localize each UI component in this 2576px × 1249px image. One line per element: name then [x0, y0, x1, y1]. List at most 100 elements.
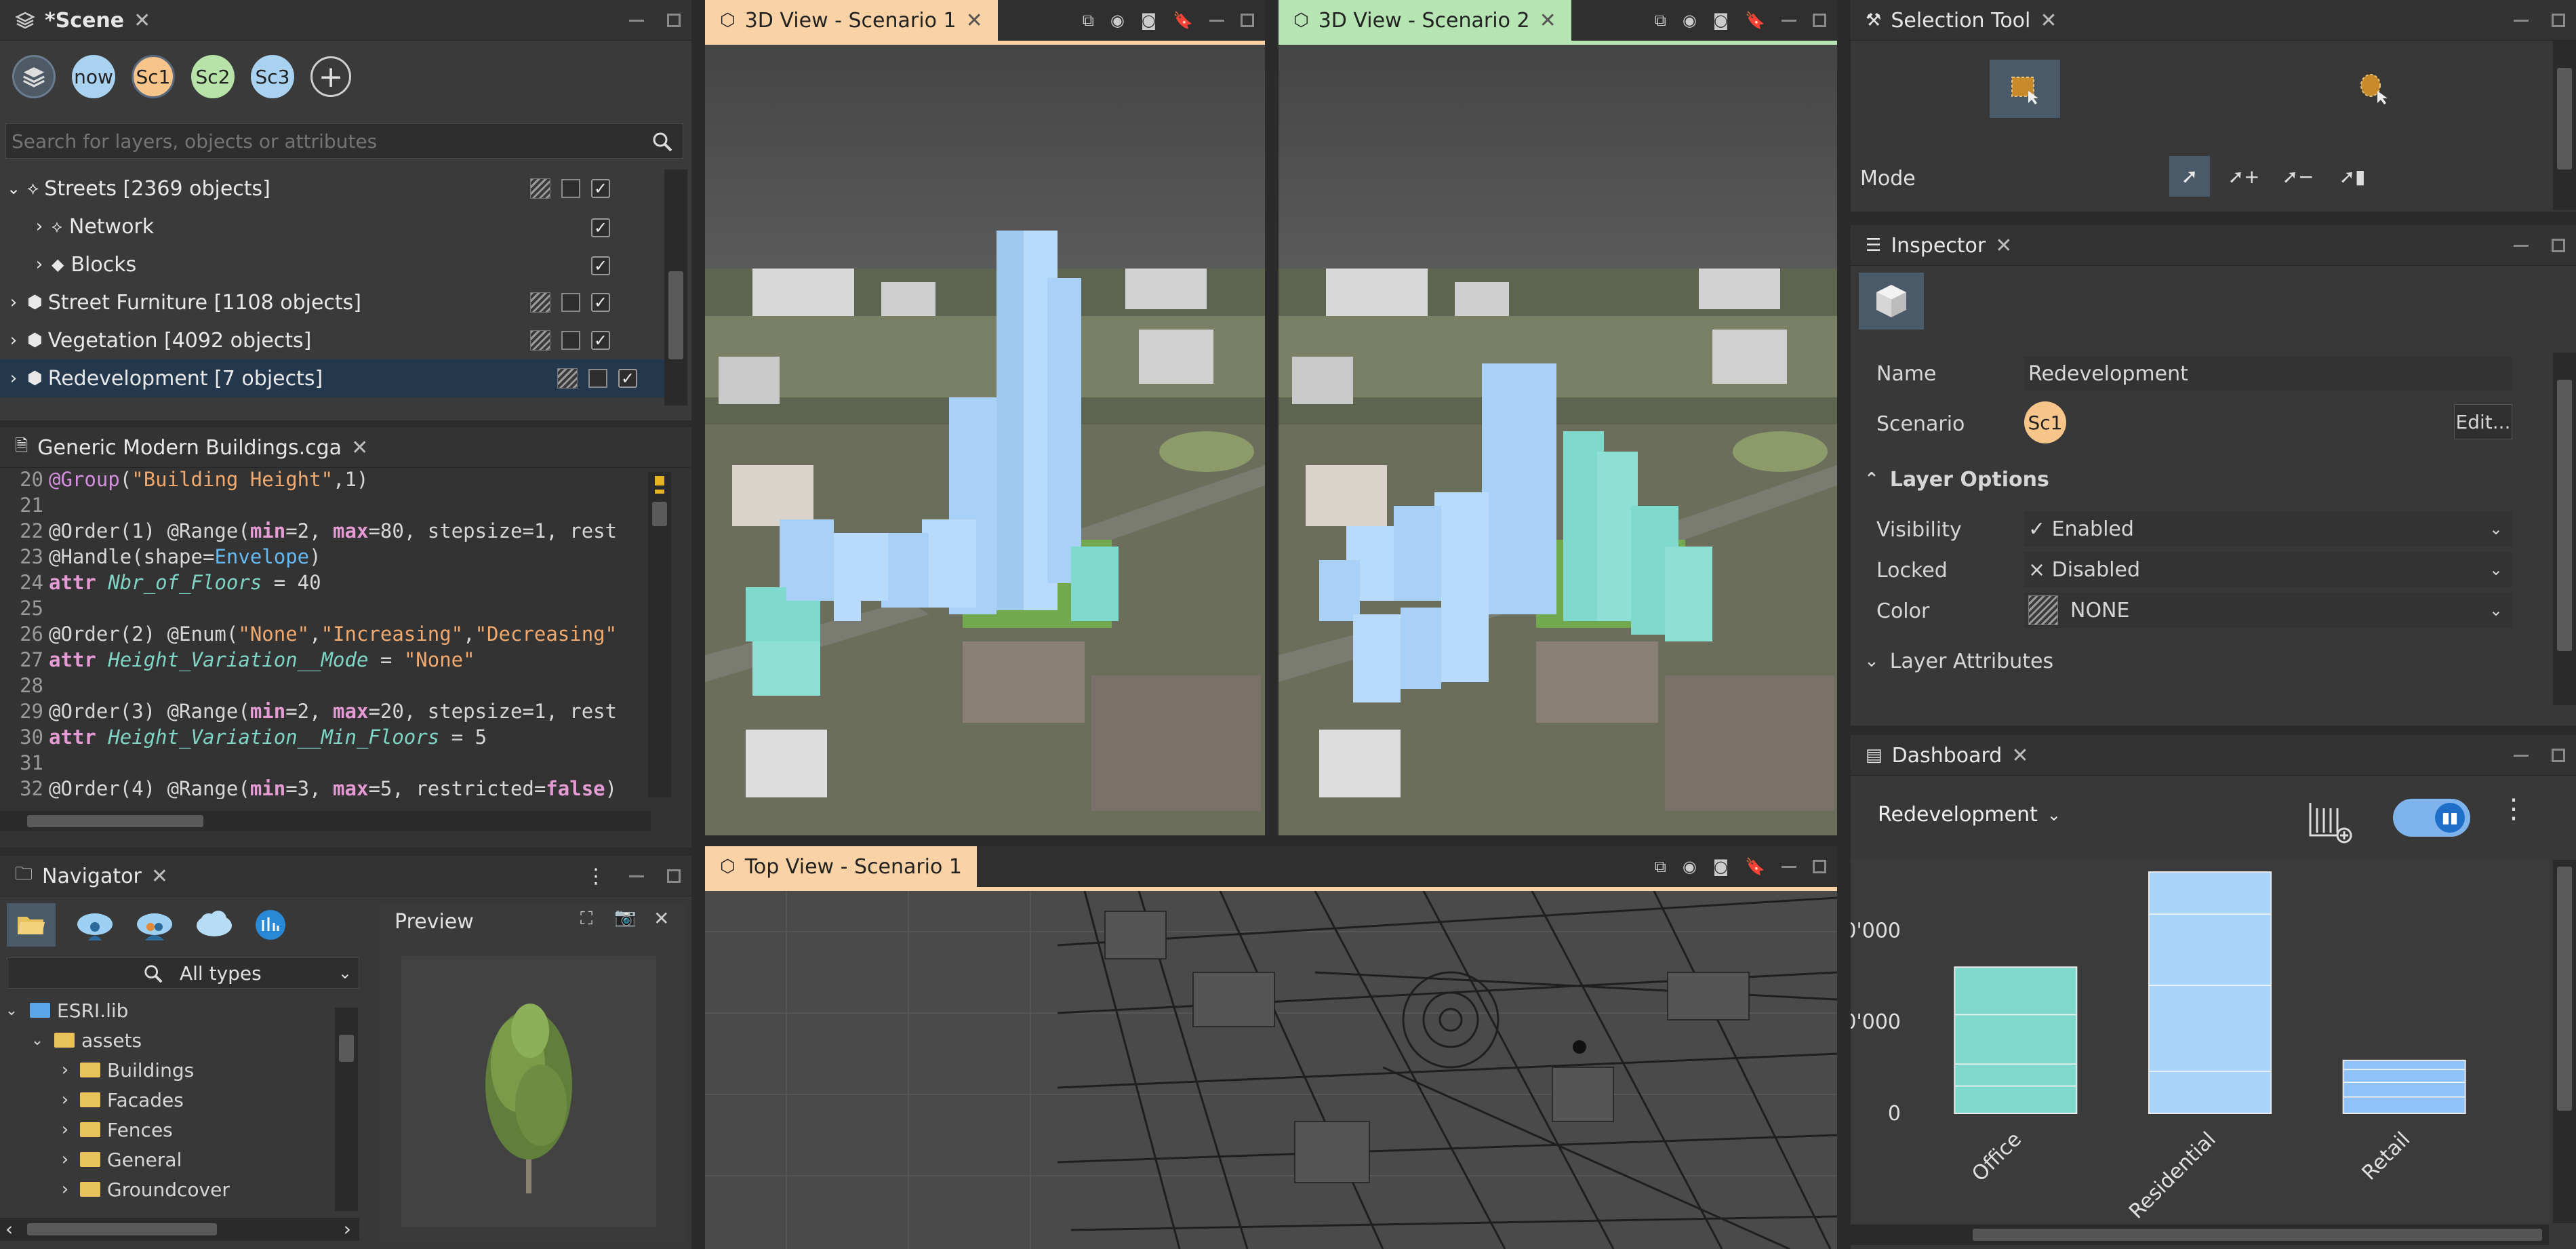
mode-subtract-button[interactable]: ➚− — [2278, 156, 2318, 197]
viewport-top[interactable] — [705, 891, 1837, 1249]
chevron-right-icon[interactable]: › — [0, 330, 27, 351]
close-icon[interactable]: ✕ — [2011, 744, 2028, 768]
scenario-chip-now[interactable]: now — [72, 55, 115, 98]
lasso-select-button[interactable] — [2339, 60, 2409, 118]
layer-row[interactable]: › ⬢ Vegetation [4092 objects] ✓ — [0, 321, 637, 359]
navigator-hscrollbar[interactable]: ‹ › — [0, 1218, 359, 1241]
minimize-icon[interactable] — [2514, 19, 2529, 22]
lock-checkbox[interactable] — [561, 179, 580, 198]
lock-checkbox[interactable] — [561, 331, 580, 350]
inspector-scrollbar[interactable] — [2553, 353, 2576, 705]
chevron-right-icon[interactable]: › — [27, 254, 52, 275]
minimize-icon[interactable] — [2514, 244, 2529, 247]
chevron-right-icon[interactable]: › — [27, 216, 52, 237]
editor-hscrollbar[interactable] — [0, 811, 651, 831]
cloud-icon[interactable] — [194, 907, 235, 943]
tree-item[interactable]: ⌄ ESRI.lib — [0, 995, 129, 1025]
cloud-user-icon[interactable] — [75, 907, 115, 943]
name-field[interactable]: Redevelopment — [2024, 357, 2512, 391]
viewport-3d-2[interactable] — [1279, 45, 1837, 835]
living-atlas-icon[interactable] — [254, 908, 287, 942]
layer-row[interactable]: › ◆ Blocks ✓ — [0, 245, 637, 283]
add-scenario-button[interactable]: + — [310, 56, 351, 97]
mode-replace-button[interactable]: ➚ — [2169, 156, 2210, 197]
color-swatch[interactable] — [530, 330, 550, 351]
close-icon[interactable]: ✕ — [151, 865, 168, 888]
close-icon[interactable]: ✕ — [2040, 9, 2057, 33]
dashboard-scrollbar[interactable] — [2553, 860, 2576, 1223]
visibility-checkbox[interactable]: ✓ — [591, 256, 610, 275]
more-vertical-icon[interactable]: ⋮ — [2500, 793, 2527, 825]
minimize-icon[interactable] — [1209, 19, 1224, 22]
layer-search-field[interactable] — [5, 123, 683, 159]
bookmarks-icon[interactable]: ⧉ — [1083, 11, 1094, 30]
tree-item[interactable]: › Groundcover — [57, 1174, 230, 1204]
layer-tree-scrollbar[interactable] — [664, 170, 687, 405]
color-swatch[interactable] — [530, 292, 550, 313]
layer-row[interactable]: ⌄ ⟡ Streets [2369 objects] ✓ — [0, 170, 637, 207]
locked-select[interactable]: × Disabled ⌄ — [2024, 552, 2512, 587]
maximize-icon[interactable] — [2552, 14, 2565, 27]
close-icon[interactable]: ✕ — [134, 9, 150, 33]
navigator-tree-scrollbar[interactable] — [335, 1008, 358, 1211]
layer-row[interactable]: › ⬢ Street Furniture [1108 objects] ✓ — [0, 283, 637, 321]
maximize-icon[interactable] — [2552, 239, 2565, 252]
code-area[interactable]: 20 @Group("Building Height",1) 21 22 @Orde… — [0, 467, 651, 799]
maximize-icon[interactable] — [667, 14, 681, 27]
eye-icon[interactable]: ◉ — [1683, 857, 1697, 876]
camera-icon[interactable]: ◙ — [1713, 11, 1729, 30]
chevron-right-icon[interactable]: › — [57, 1060, 73, 1080]
minimize-icon[interactable] — [1782, 19, 1796, 22]
mode-toggle-button[interactable]: ➚▮ — [2332, 156, 2373, 197]
editor-scrollbar[interactable] — [648, 472, 671, 797]
preview-canvas[interactable] — [401, 956, 656, 1227]
color-swatch[interactable] — [530, 178, 550, 199]
tab-navigator[interactable]: 🗀 Navigator ✕ — [0, 856, 183, 896]
mode-add-button[interactable]: ➚+ — [2223, 156, 2264, 197]
camera-icon[interactable]: ◙ — [1141, 11, 1156, 30]
cloud-group-icon[interactable] — [134, 907, 175, 943]
tree-item[interactable]: ⌄ assets — [27, 1025, 142, 1055]
close-icon[interactable]: ✕ — [1539, 9, 1556, 33]
layer-search-input[interactable] — [12, 128, 635, 154]
minimize-icon[interactable] — [629, 875, 644, 877]
scenario-chip-sc2[interactable]: Sc2 — [191, 55, 235, 98]
tab-3d-view-2[interactable]: ⬡ 3D View - Scenario 2 ✕ — [1279, 0, 1571, 41]
bookmarks-icon[interactable]: ⧉ — [1655, 857, 1666, 876]
dashboard-layer-select[interactable]: Redevelopment ⌄ — [1878, 803, 2061, 827]
chevron-down-icon[interactable]: ⌄ — [0, 1002, 23, 1019]
maximize-icon[interactable] — [1241, 14, 1254, 27]
fit-view-icon[interactable]: ⛶ — [580, 909, 592, 930]
chevron-right-icon[interactable]: › — [57, 1090, 73, 1110]
tree-item[interactable]: › Fences — [57, 1115, 173, 1145]
visibility-select[interactable]: ✓ Enabled ⌄ — [2024, 511, 2512, 547]
maximize-icon[interactable] — [1813, 860, 1826, 873]
visibility-checkbox[interactable]: ✓ — [591, 179, 610, 198]
eye-icon[interactable]: ◉ — [1683, 11, 1697, 30]
bookmark-icon[interactable]: 🔖 — [1745, 857, 1765, 876]
maximize-icon[interactable] — [2552, 749, 2565, 762]
layer-options-header[interactable]: ⌃ Layer Options — [1864, 461, 2542, 498]
color-swatch[interactable] — [557, 368, 578, 389]
chevron-down-icon[interactable]: ⌄ — [0, 179, 27, 198]
close-icon[interactable]: ✕ — [653, 907, 669, 930]
visibility-checkbox[interactable]: ✓ — [618, 369, 637, 388]
compare-scenarios-toggle[interactable]: ▮▮ — [2393, 799, 2470, 837]
type-filter-select[interactable]: All types ⌄ — [173, 958, 359, 988]
tree-item[interactable]: › General — [57, 1145, 182, 1174]
scenario-chip-sc3[interactable]: Sc3 — [251, 55, 294, 98]
chevron-right-icon[interactable]: › — [57, 1179, 73, 1200]
visibility-checkbox[interactable]: ✓ — [591, 293, 610, 312]
chevron-right-icon[interactable]: › — [0, 292, 27, 313]
visibility-checkbox[interactable]: ✓ — [591, 218, 610, 237]
layers-toggle-button[interactable] — [12, 55, 56, 98]
layer-row-selected[interactable]: › ⬢ Redevelopment [7 objects] ✓ — [0, 359, 664, 397]
tab-dashboard[interactable]: ▤ Dashboard ✕ — [1851, 735, 2043, 776]
search-icon[interactable] — [143, 964, 163, 984]
close-icon[interactable]: ✕ — [966, 9, 983, 33]
minimize-icon[interactable] — [1782, 865, 1796, 868]
eye-icon[interactable]: ◉ — [1110, 11, 1125, 30]
chevron-right-icon[interactable]: › — [57, 1119, 73, 1140]
tree-item[interactable]: › Buildings — [57, 1055, 194, 1085]
lock-checkbox[interactable] — [561, 293, 580, 312]
